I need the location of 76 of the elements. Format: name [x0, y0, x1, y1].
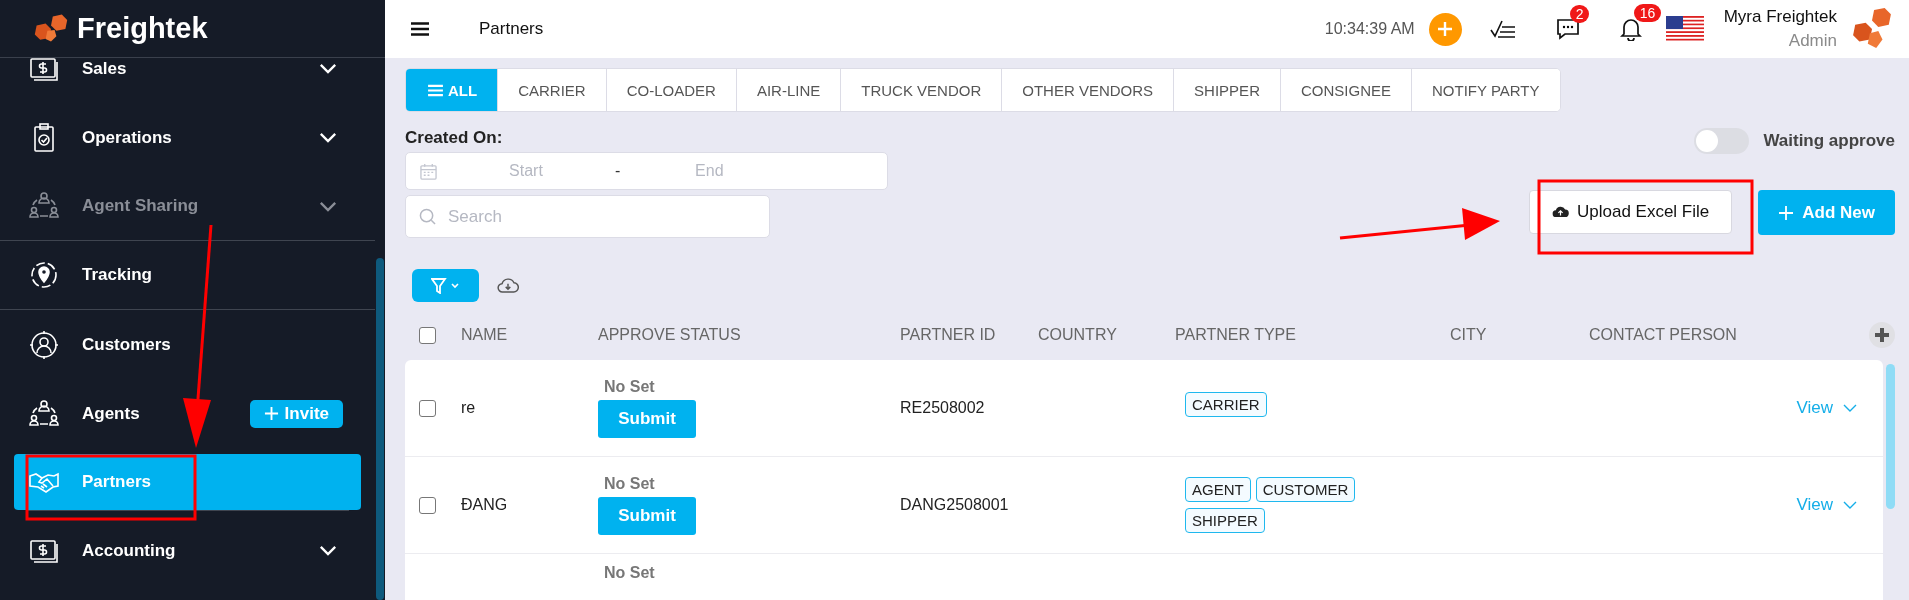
partner-type-tag: CUSTOMER [1255, 477, 1356, 502]
nav-label: Accounting [82, 540, 177, 561]
nav-label: Partners [82, 472, 152, 492]
select-all-checkbox[interactable] [419, 326, 436, 344]
nav-item[interactable]: Sales [0, 58, 375, 103]
flag-icon[interactable] [1665, 16, 1704, 42]
nav-item[interactable]: Operations [0, 103, 375, 172]
plus-icon [263, 406, 279, 421]
partner-type-tag: CARRIER [1185, 392, 1267, 417]
brand-name: Freightek [77, 12, 208, 45]
page-title: Partners [479, 19, 544, 39]
nav-item[interactable]: Tracking [0, 241, 375, 310]
nav-label: Operations [82, 127, 173, 148]
column-header: CITY [1450, 326, 1488, 344]
chevron-down-icon [319, 545, 337, 556]
location-icon [28, 259, 60, 291]
column-header: PARTNER ID [900, 326, 997, 344]
plus-icon [1778, 204, 1795, 221]
calendar-icon [420, 162, 437, 180]
toggle-label: Waiting approve [1763, 131, 1895, 151]
approve-status: No Set [604, 378, 655, 396]
approve-status: No Set [604, 564, 655, 582]
nav-item[interactable]: Accounting [0, 516, 375, 585]
cloud-upload-icon [1552, 206, 1569, 218]
date-range-field[interactable]: Start - End [405, 152, 888, 190]
column-header: CONTACT PERSON [1589, 326, 1738, 344]
chevron-down-icon [1843, 404, 1857, 412]
add-column-icon[interactable] [1869, 322, 1895, 348]
chevron-down-icon [319, 200, 337, 212]
column-header: NAME [461, 326, 509, 344]
clock-time: 10:34:39 AM [1324, 20, 1415, 38]
chevron-down-icon [319, 63, 337, 74]
list-icon [428, 83, 443, 97]
scrollbar[interactable] [376, 258, 384, 600]
nav-label: Customers [82, 334, 172, 355]
tab[interactable]: NOTIFY PARTY [1411, 69, 1560, 111]
partner-type-tag: AGENT [1185, 477, 1251, 502]
partner-type-tag: SHIPPER [1185, 508, 1265, 533]
scrollbar[interactable] [1886, 364, 1895, 509]
notification-badge: 2 [1569, 5, 1590, 23]
column-header: APPROVE STATUS [598, 326, 742, 344]
table-cell: RE2508002 [900, 399, 985, 416]
table-cell: ĐANG [461, 496, 508, 513]
user-name: Myra Freightek [1723, 7, 1837, 27]
table-cell: re [461, 399, 476, 416]
upload-button[interactable]: Upload Excel File [1529, 190, 1733, 234]
row-checkbox[interactable] [419, 399, 436, 417]
logo-icon [33, 13, 69, 44]
notification-badge: 16 [1633, 4, 1662, 22]
bell-icon[interactable] [1619, 17, 1642, 41]
chevron-down-icon [1843, 501, 1857, 509]
chat-icon[interactable] [1555, 18, 1580, 40]
column-header: PARTNER TYPE [1175, 326, 1297, 344]
approve-status: No Set [604, 475, 655, 493]
chevron-down-icon [319, 132, 337, 143]
user-icon [28, 328, 60, 361]
filter-button[interactable] [412, 269, 479, 302]
nav-label: Agent Sharing [82, 196, 200, 216]
filter-icon [430, 277, 461, 294]
toggle-switch[interactable] [1694, 128, 1750, 154]
menu-icon[interactable] [411, 22, 429, 36]
nav-label: Tracking [82, 265, 153, 285]
checklist-icon[interactable] [1489, 20, 1516, 38]
created-on-label: Created On: [405, 128, 504, 148]
table-cell: DANG2508001 [900, 496, 1009, 513]
cloud-download-icon[interactable] [497, 278, 519, 293]
nav-label: Sales [82, 58, 128, 79]
search-field[interactable]: Search [405, 195, 770, 238]
row-checkbox[interactable] [419, 496, 436, 514]
nav-label: Agents [82, 403, 141, 424]
user-role: Admin [1788, 31, 1837, 51]
avatar-icon[interactable] [1851, 8, 1893, 50]
search-icon [419, 208, 436, 225]
range-separator: - [615, 162, 621, 180]
column-header: COUNTRY [1038, 326, 1118, 344]
nav-item[interactable]: Customers [0, 310, 375, 379]
